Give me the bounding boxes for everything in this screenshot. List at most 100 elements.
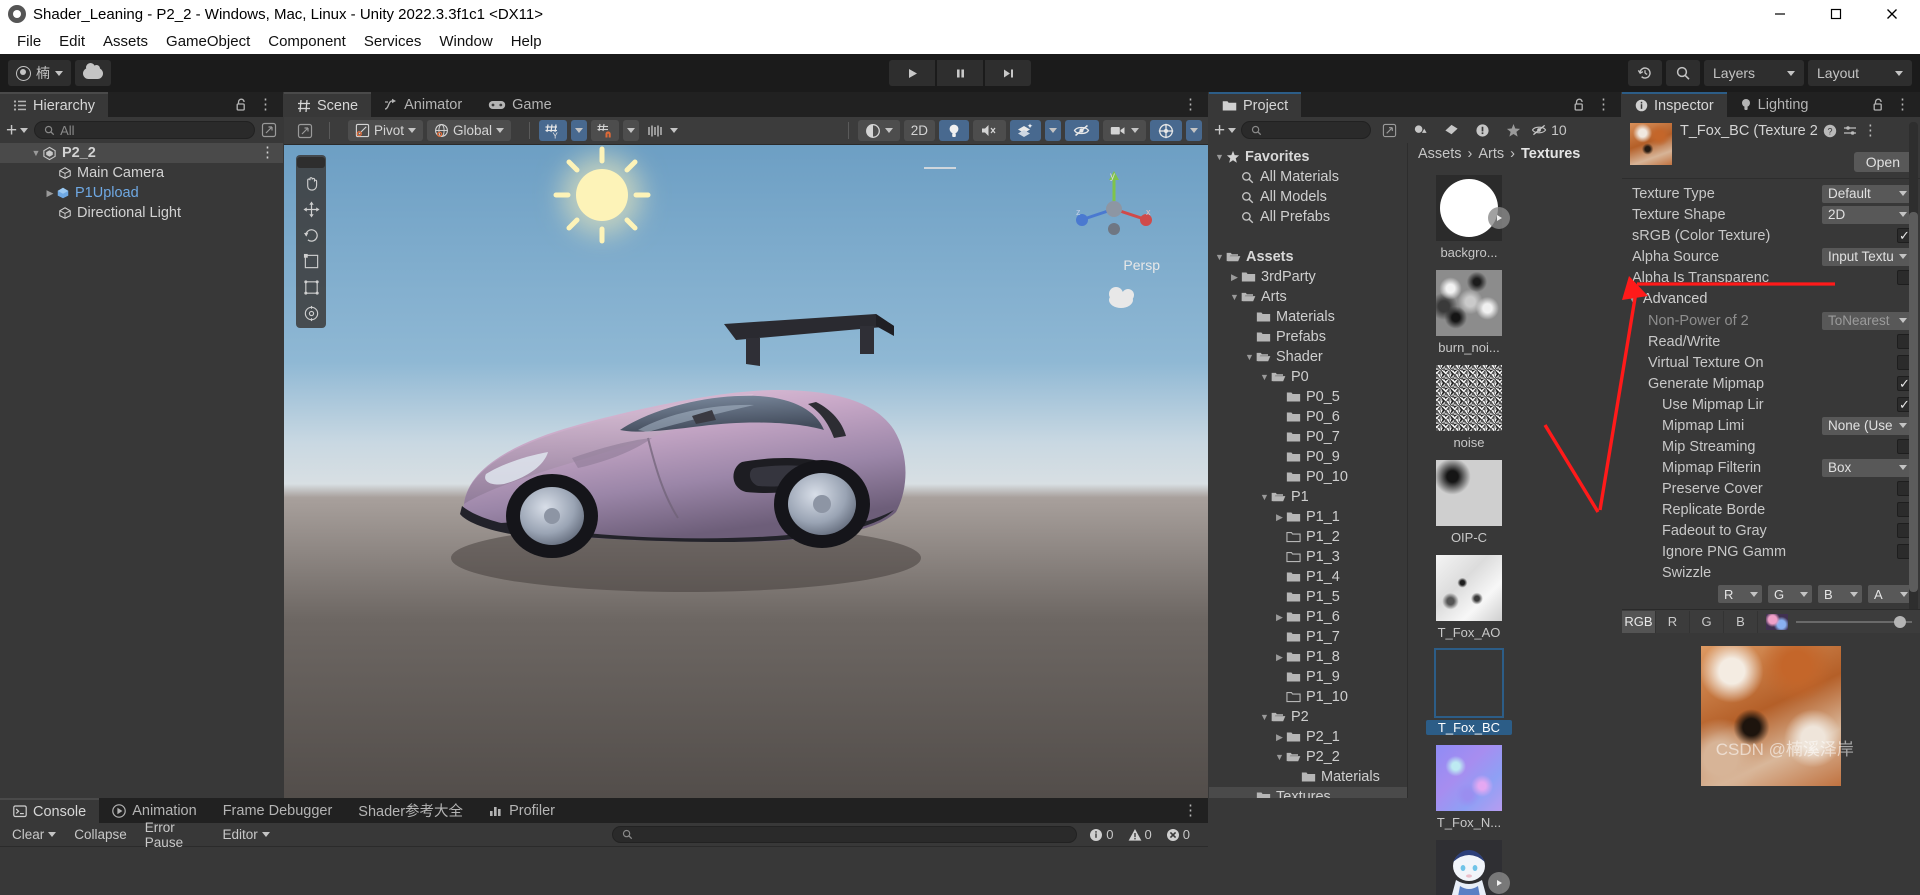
hand-tool-button[interactable] — [297, 171, 325, 196]
project-tree-row-p1-1[interactable]: ▶ P1_1 — [1209, 507, 1407, 527]
menu-edit[interactable]: Edit — [50, 31, 94, 52]
project-tree-row-all-materials[interactable]: All Materials — [1209, 167, 1407, 187]
tab-scene[interactable]: Scene — [284, 92, 372, 117]
expand-arrow-icon[interactable]: ▼ — [1258, 372, 1271, 382]
asset-item-watergod[interactable]: waterGod — [1426, 840, 1512, 895]
tab-game[interactable]: Game — [475, 92, 565, 117]
transform-tool-button[interactable] — [297, 301, 325, 326]
project-tree-row-p1-7[interactable]: P1_7 — [1209, 627, 1407, 647]
filter-by-type-icon[interactable] — [1407, 120, 1433, 140]
asset-preview-play-icon[interactable] — [1488, 872, 1510, 894]
project-tree-row-p1-9[interactable]: P1_9 — [1209, 667, 1407, 687]
hidden-assets-indicator[interactable]: 10 — [1531, 120, 1567, 140]
open-asset-button[interactable]: Open — [1853, 152, 1912, 172]
tab-console[interactable]: Console — [0, 798, 100, 823]
toggle-hidden-objects-button[interactable] — [1065, 120, 1099, 141]
channel-b-button[interactable]: B — [1724, 610, 1758, 633]
clear-button[interactable]: Clear — [6, 826, 62, 843]
shading-mode-dropdown[interactable] — [857, 120, 900, 141]
project-tree-row-p0-7[interactable]: P0_7 — [1209, 427, 1407, 447]
move-tool-button[interactable] — [297, 197, 325, 222]
mip-level-slider[interactable] — [1796, 615, 1912, 628]
menu-component[interactable]: Component — [259, 31, 355, 52]
menu-assets[interactable]: Assets — [94, 31, 157, 52]
rect-tool-button[interactable] — [297, 275, 325, 300]
project-tree-row-p1-2[interactable]: P1_2 — [1209, 527, 1407, 547]
expand-arrow-icon[interactable]: ▼ — [1258, 712, 1271, 722]
collapse-arrow-icon[interactable]: ▶ — [1273, 732, 1286, 743]
scene-camera-button[interactable] — [1103, 120, 1146, 141]
breadcrumb-assets[interactable]: Assets — [1418, 146, 1462, 162]
expand-arrow-icon[interactable]: ▼ — [1228, 292, 1241, 302]
grid-snap-dropdown[interactable] — [623, 120, 640, 141]
expand-arrow-icon[interactable]: ▼ — [1213, 152, 1226, 162]
global-search-button[interactable] — [1666, 60, 1700, 86]
effects-dropdown[interactable] — [1045, 120, 1061, 141]
swizzle-a-dropdown[interactable]: A — [1868, 585, 1912, 603]
project-expand-icon[interactable] — [1376, 120, 1402, 140]
play-button[interactable] — [889, 60, 935, 86]
project-tree-row-p0-9[interactable]: P0_9 — [1209, 447, 1407, 467]
scene-orientation-gizmo[interactable]: y x z — [1072, 167, 1156, 251]
rotate-tool-button[interactable] — [297, 223, 325, 248]
undo-history-button[interactable] — [1628, 60, 1662, 86]
expand-arrow-icon[interactable]: ▼ — [1273, 752, 1286, 762]
project-tree-row-p0-6[interactable]: P0_6 — [1209, 407, 1407, 427]
overlay-drag-handle[interactable] — [297, 157, 325, 168]
asset-item-burn-noise[interactable]: burn_noi... — [1426, 270, 1512, 355]
console-message-list[interactable] — [0, 847, 1208, 893]
account-button[interactable]: 楠 — [8, 60, 71, 86]
warning-count[interactable]: 0 — [1122, 827, 1158, 842]
project-tree-row-shader[interactable]: ▼ Shader — [1209, 347, 1407, 367]
menu-help[interactable]: Help — [502, 31, 551, 52]
kebab-menu-icon[interactable]: ⋮ — [260, 145, 283, 160]
error-count[interactable]: 0 — [1160, 827, 1196, 842]
project-tree-row-p1-4[interactable]: P1_4 — [1209, 567, 1407, 587]
project-tree-row-p1-8[interactable]: ▶ P1_8 — [1209, 647, 1407, 667]
editor-dropdown[interactable]: Editor — [216, 826, 275, 843]
gizmos-dropdown[interactable] — [1186, 120, 1202, 141]
lock-icon[interactable] — [235, 98, 248, 112]
slider-handle[interactable] — [1894, 615, 1906, 628]
tab-lighting[interactable]: Lighting — [1727, 92, 1822, 117]
create-gameobject-button[interactable]: + — [6, 121, 29, 140]
console-search-input[interactable] — [611, 826, 1078, 843]
advanced-foldout[interactable]: ▼ Advanced — [1622, 288, 1920, 310]
lock-icon[interactable] — [1872, 98, 1885, 112]
texture-type-dropdown[interactable]: Default — [1822, 184, 1912, 203]
project-tree-row-p0-10[interactable]: P0_10 — [1209, 467, 1407, 487]
hierarchy-row-main-camera[interactable]: Main Camera — [0, 163, 283, 183]
channel-r-button[interactable]: R — [1656, 610, 1690, 633]
hierarchy-row-p2-2[interactable]: ▼ P2_2 ⋮ — [0, 143, 283, 163]
kebab-menu-icon[interactable]: ⋮ — [1895, 97, 1910, 112]
tab-shader-reference[interactable]: Shader参考大全 — [345, 798, 476, 823]
kebab-menu-icon[interactable]: ⋮ — [258, 97, 273, 112]
kebab-menu-icon[interactable]: ⋮ — [1863, 123, 1878, 138]
texture-shape-dropdown[interactable]: 2D — [1822, 205, 1912, 224]
scene-projection-label[interactable]: Persp — [1123, 257, 1160, 273]
tab-inspector[interactable]: Inspector — [1622, 92, 1727, 117]
asset-item-oip-c[interactable]: OIP-C — [1426, 460, 1512, 545]
project-tree-row-3rdparty[interactable]: ▶ 3rdParty — [1209, 267, 1407, 287]
scene-viewport[interactable]: y x z Persp — [284, 145, 1208, 823]
pivot-dropdown[interactable]: Pivot — [348, 120, 424, 141]
help-icon[interactable]: ? — [1823, 124, 1837, 138]
project-tree-row-p2-2[interactable]: ▼ P2_2 — [1209, 747, 1407, 767]
cloud-services-button[interactable] — [75, 60, 111, 86]
project-tree-row-favorites[interactable]: ▼ Favorites — [1209, 147, 1407, 167]
project-tree-row-textures[interactable]: Textures — [1209, 787, 1407, 798]
alpha-source-dropdown[interactable]: Input Textu — [1822, 247, 1912, 266]
tab-animator[interactable]: Animator — [371, 92, 475, 117]
asset-item-t-fox-normal[interactable]: T_Fox_N... — [1426, 745, 1512, 830]
favorite-filter-icon[interactable] — [1500, 120, 1526, 140]
collapse-arrow-icon[interactable]: ▶ — [1273, 652, 1286, 663]
mip-preview-icon[interactable] — [1766, 613, 1788, 630]
log-count[interactable]: 0 — [1083, 827, 1119, 842]
swizzle-b-dropdown[interactable]: B — [1818, 585, 1862, 603]
maximize-button[interactable] — [1808, 0, 1864, 28]
project-tree-row-p2[interactable]: ▼ P2 — [1209, 707, 1407, 727]
scale-tool-button[interactable] — [297, 249, 325, 274]
grid-axis-dropdown[interactable] — [571, 120, 588, 141]
scene-tool-handles[interactable] — [290, 120, 320, 141]
kebab-menu-icon[interactable]: ⋮ — [1183, 803, 1198, 818]
